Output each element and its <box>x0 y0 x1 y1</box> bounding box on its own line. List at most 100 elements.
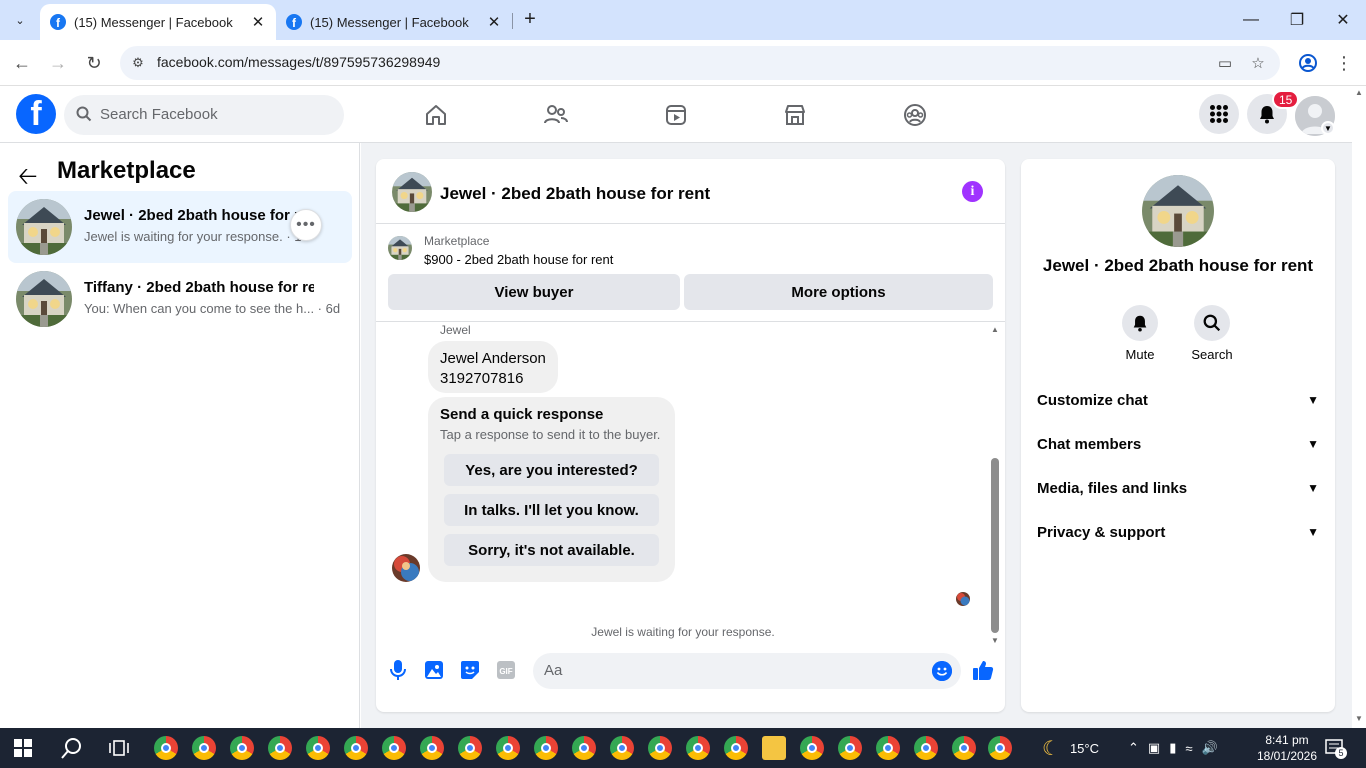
scroll-down-arrow-icon[interactable]: ▼ <box>991 636 999 645</box>
wifi-icon[interactable]: ≈ <box>1185 741 1192 756</box>
chrome-profile-icon[interactable] <box>648 736 672 760</box>
facebook-search-input[interactable]: Search Facebook <box>64 95 344 135</box>
chrome-profile-icon[interactable] <box>876 736 900 760</box>
chrome-profile-icon[interactable] <box>230 736 254 760</box>
chrome-profile-icon[interactable] <box>686 736 710 760</box>
volume-icon[interactable]: 🔊 <box>1202 740 1218 756</box>
browser-tab[interactable]: f (15) Messenger | Facebook ✕ <box>276 4 512 40</box>
groups-icon[interactable] <box>900 100 930 130</box>
like-thumb-icon[interactable] <box>972 659 994 681</box>
tab-close-icon[interactable]: ✕ <box>250 13 266 31</box>
photo-icon[interactable] <box>423 659 445 681</box>
listing-price[interactable]: $900 - 2bed 2bath house for rent <box>424 252 613 267</box>
chrome-profile-icon[interactable] <box>952 736 976 760</box>
browser-tab-active[interactable]: f (15) Messenger | Facebook ✕ <box>40 4 276 40</box>
read-receipt-avatar <box>956 592 970 606</box>
customize-chat-section[interactable]: Customize chat ▼ <box>1037 378 1319 422</box>
menu-grid-icon[interactable] <box>1199 94 1239 134</box>
bookmark-star-icon[interactable]: ☆ <box>1248 53 1268 73</box>
listing-thumbnail <box>16 271 72 327</box>
chrome-profile-icon[interactable] <box>154 736 178 760</box>
quick-response-option[interactable]: Sorry, it's not available. <box>444 534 659 566</box>
microphone-icon[interactable] <box>387 659 409 681</box>
mute-button[interactable]: Mute <box>1110 305 1170 362</box>
account-chevron-icon[interactable]: ▼ <box>1321 121 1335 135</box>
url-text[interactable]: facebook.com/messages/t/897595736298949 <box>157 54 440 70</box>
marketplace-icon[interactable] <box>780 100 810 130</box>
privacy-support-section[interactable]: Privacy & support ▼ <box>1037 510 1319 554</box>
taskbar-search-icon[interactable] <box>61 737 83 759</box>
tab-search-chevron-icon[interactable]: ⌄ <box>8 8 32 32</box>
message-line: 3192707816 <box>440 370 524 387</box>
chrome-profile-icon[interactable] <box>572 736 596 760</box>
chrome-profile-icon[interactable] <box>420 736 444 760</box>
facebook-logo-icon[interactable]: f <box>16 94 56 134</box>
task-view-icon[interactable] <box>109 738 129 758</box>
meet-now-icon[interactable]: ▣ <box>1148 740 1160 756</box>
address-bar[interactable]: ⚙ facebook.com/messages/t/89759573629894… <box>120 46 1280 80</box>
chrome-profile-icon[interactable] <box>496 736 520 760</box>
chrome-profile-icon[interactable] <box>838 736 862 760</box>
more-options-icon[interactable]: ••• <box>290 209 322 241</box>
chat-listing-thumbnail[interactable] <box>392 172 432 212</box>
search-conversation-button[interactable]: Search <box>1182 305 1242 362</box>
clock[interactable]: 8:41 pm 18/01/2026 <box>1252 732 1322 764</box>
chrome-profile-icon[interactable] <box>988 736 1012 760</box>
chrome-profile-icon[interactable] <box>192 736 216 760</box>
forward-button[interactable]: → <box>46 51 70 75</box>
chrome-profile-icon[interactable] <box>344 736 368 760</box>
sender-avatar[interactable] <box>392 554 420 582</box>
new-tab-button[interactable]: + <box>520 8 540 32</box>
friends-icon[interactable] <box>541 100 571 130</box>
action-center-icon[interactable]: 5 <box>1325 739 1347 759</box>
chrome-profile-icon[interactable] <box>306 736 330 760</box>
file-explorer-icon[interactable] <box>762 736 786 760</box>
page-scroll-down-icon[interactable]: ▼ <box>1355 714 1363 723</box>
home-icon[interactable] <box>421 100 451 130</box>
chrome-profile-icon[interactable] <box>610 736 634 760</box>
more-options-button[interactable]: More options <box>684 274 993 310</box>
chrome-profile-icon[interactable] <box>534 736 558 760</box>
quick-response-option[interactable]: In talks. I'll let you know. <box>444 494 659 526</box>
scroll-up-arrow-icon[interactable]: ▲ <box>991 325 999 334</box>
gif-icon[interactable]: GIF <box>495 659 517 681</box>
media-files-links-section[interactable]: Media, files and links ▼ <box>1037 466 1319 510</box>
page-scroll-up-icon[interactable]: ▲ <box>1355 88 1363 97</box>
chrome-profile-icon[interactable] <box>268 736 292 760</box>
site-info-icon[interactable]: ⚙ <box>128 53 148 73</box>
quick-response-option[interactable]: Yes, are you interested? <box>444 454 659 486</box>
chevron-down-icon: ▼ <box>1307 437 1319 451</box>
battery-icon[interactable]: ▮ <box>1169 740 1176 756</box>
back-button[interactable]: ← <box>10 51 34 75</box>
browser-menu-icon[interactable]: ⋮ <box>1332 51 1356 75</box>
page-scrollbar[interactable]: ▲ ▼ <box>1352 86 1366 728</box>
chrome-profile-icon[interactable] <box>458 736 482 760</box>
emoji-icon[interactable] <box>932 661 952 681</box>
weather-widget[interactable]: ☾ 15°C <box>1042 728 1099 768</box>
conversation-item[interactable]: Jewel · 2bed 2bath house for rent Jewel … <box>8 191 352 263</box>
sticker-icon[interactable] <box>459 659 481 681</box>
reload-button[interactable]: ↻ <box>82 51 106 75</box>
windows-start-icon[interactable] <box>14 739 32 757</box>
bell-icon <box>1122 305 1158 341</box>
message-input[interactable]: Aa <box>533 653 961 689</box>
info-icon[interactable]: i <box>962 181 983 202</box>
tray-chevron-up-icon[interactable]: ⌃ <box>1128 740 1139 756</box>
view-buyer-button[interactable]: View buyer <box>388 274 680 310</box>
chat-title[interactable]: Jewel · 2bed 2bath house for rent <box>440 184 710 204</box>
conversation-item[interactable]: Tiffany · 2bed 2bath house for rent You:… <box>8 263 352 335</box>
video-icon[interactable] <box>661 100 691 130</box>
chat-scrollbar[interactable]: ▲ ▼ <box>988 322 1002 648</box>
chrome-profile-icon[interactable] <box>800 736 824 760</box>
chrome-profile-icon[interactable] <box>724 736 748 760</box>
close-window-button[interactable]: ✕ <box>1320 0 1366 40</box>
minimize-button[interactable]: — <box>1228 0 1274 40</box>
chat-members-section[interactable]: Chat members ▼ <box>1037 422 1319 466</box>
install-app-icon[interactable]: ▭ <box>1215 53 1235 73</box>
scrollbar-thumb[interactable] <box>991 458 999 633</box>
restore-button[interactable]: ❐ <box>1274 0 1320 40</box>
chrome-profile-icon[interactable] <box>914 736 938 760</box>
profile-icon[interactable] <box>1296 51 1320 75</box>
tab-close-icon[interactable]: ✕ <box>486 13 502 31</box>
chrome-profile-icon[interactable] <box>382 736 406 760</box>
